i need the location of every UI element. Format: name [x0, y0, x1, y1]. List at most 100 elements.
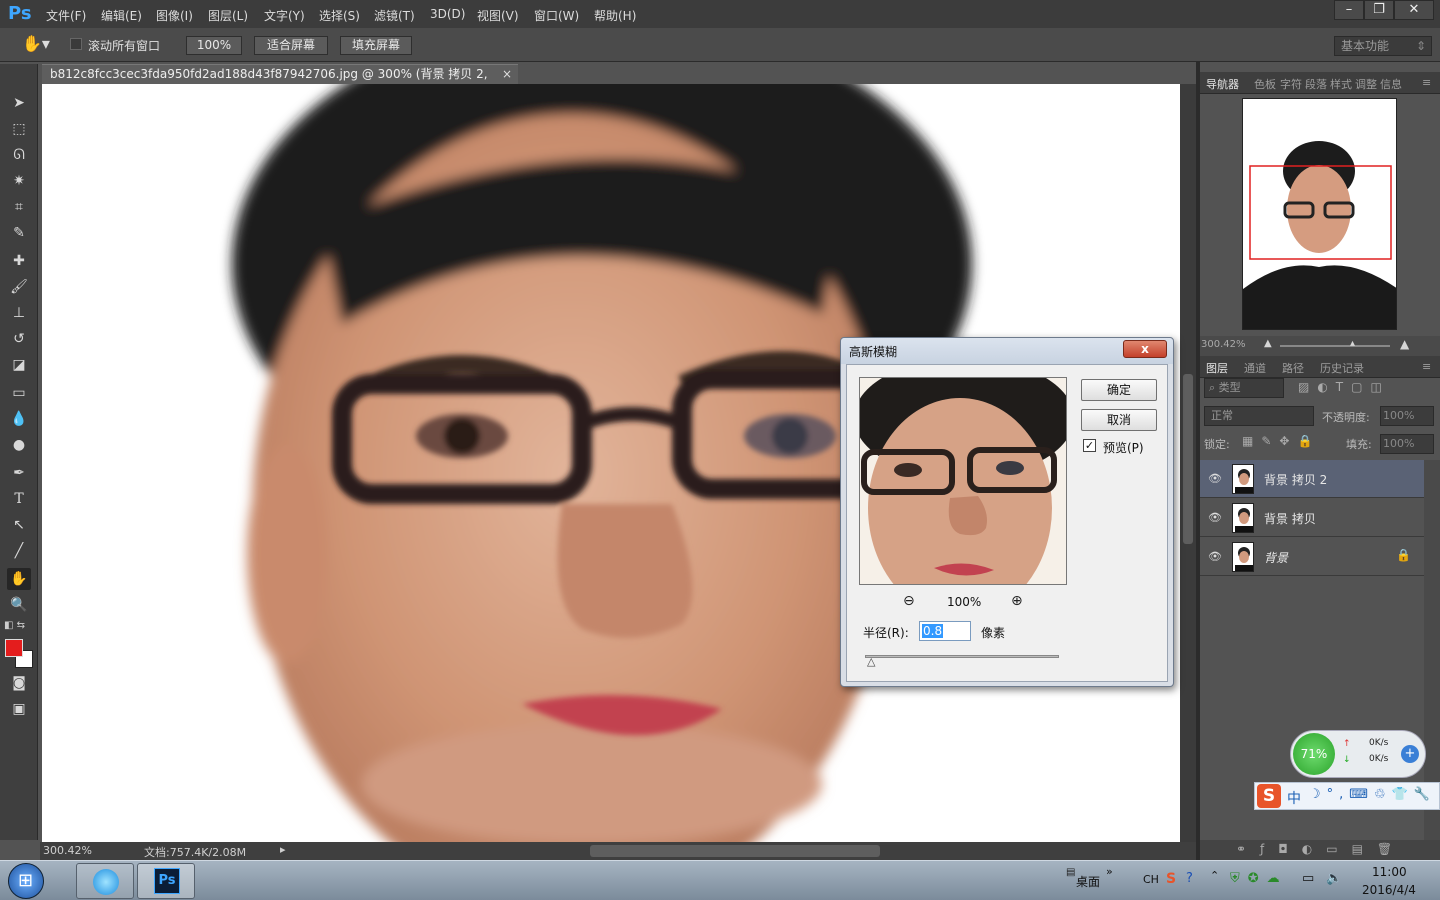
- fill-input[interactable]: 100%: [1380, 434, 1434, 454]
- blur-preview[interactable]: [859, 377, 1067, 585]
- language-indicator[interactable]: CH: [1143, 873, 1159, 886]
- start-button[interactable]: ⊞: [8, 863, 44, 899]
- layer-filter-icons[interactable]: ▨◐T▢◫: [1298, 380, 1390, 394]
- network-tray-icon[interactable]: ▭: [1302, 871, 1314, 886]
- eyedropper-tool-icon[interactable]: ✎: [7, 222, 31, 244]
- clock-date[interactable]: 2016/4/4: [1362, 883, 1416, 897]
- quick-mask-icon[interactable]: ◙: [7, 672, 31, 694]
- menu-type[interactable]: 文字(Y): [264, 7, 305, 24]
- type-tool-icon[interactable]: T: [7, 488, 31, 510]
- dialog-close-button[interactable]: x: [1123, 340, 1167, 358]
- layer-row-background-copy[interactable]: 👁 背景 拷贝: [1200, 499, 1424, 537]
- menu-file[interactable]: 文件(F): [46, 7, 86, 24]
- lasso-tool-icon[interactable]: ᘏ: [7, 144, 31, 166]
- hand-tool-icon[interactable]: ✋: [7, 568, 31, 590]
- ok-button[interactable]: 确定: [1081, 379, 1157, 401]
- expand-toolbar-icon[interactable]: »: [1106, 865, 1113, 878]
- hand-tool-preset-icon[interactable]: ✋▾: [22, 34, 50, 53]
- minimize-button[interactable]: –: [1334, 0, 1364, 20]
- play-icon[interactable]: ▸: [280, 843, 286, 856]
- canvas-vertical-scrollbar[interactable]: [1180, 84, 1196, 842]
- layer-row-background[interactable]: 👁 背景 🔒: [1200, 538, 1424, 576]
- network-speed-widget[interactable]: 71% ↑ 0K/s ↓ 0K/s +: [1290, 730, 1426, 778]
- default-colors-icon[interactable]: ◧ ⇆: [4, 620, 25, 631]
- taskbar-photoshop-button[interactable]: Ps: [137, 863, 195, 899]
- navigator-zoom-slider[interactable]: [1280, 345, 1390, 347]
- radius-input[interactable]: 0.8: [919, 621, 971, 641]
- tab-styles[interactable]: 样式: [1330, 76, 1352, 92]
- tab-info[interactable]: 信息: [1380, 76, 1402, 92]
- memory-usage-badge[interactable]: 71%: [1293, 733, 1335, 775]
- menu-select[interactable]: 选择(S): [319, 7, 360, 24]
- crop-tool-icon[interactable]: ⌗: [7, 196, 31, 218]
- fit-screen-button[interactable]: 适合屏幕: [254, 36, 328, 55]
- layer-name[interactable]: 背景 拷贝 2: [1264, 471, 1327, 488]
- visibility-eye-icon[interactable]: 👁: [1208, 472, 1222, 486]
- visibility-eye-icon[interactable]: 👁: [1208, 550, 1222, 564]
- eraser-tool-icon[interactable]: ◪: [7, 354, 31, 376]
- foreground-color-swatch[interactable]: [5, 639, 23, 657]
- pen-tool-icon[interactable]: ✒: [7, 462, 31, 484]
- menu-3d[interactable]: 3D(D): [430, 7, 465, 21]
- sogou-tray-icon[interactable]: S: [1166, 871, 1176, 887]
- zoom-out-icon[interactable]: ⊖: [903, 593, 915, 609]
- tab-character[interactable]: 字符: [1280, 76, 1302, 92]
- tab-paths[interactable]: 路径: [1282, 360, 1304, 376]
- zoom-100-button[interactable]: 100%: [186, 36, 242, 55]
- blend-mode-select[interactable]: 正常: [1204, 406, 1314, 426]
- dodge-tool-icon[interactable]: ●: [7, 434, 31, 456]
- gradient-tool-icon[interactable]: ▭: [7, 382, 31, 404]
- menu-filter[interactable]: 滤镜(T): [374, 7, 415, 24]
- zoom-in-large-icon[interactable]: ▲: [1400, 337, 1409, 351]
- layer-action-icons[interactable]: ⚭ƒ◘◐▭▤🗑: [1236, 842, 1406, 856]
- tab-layers[interactable]: 图层: [1206, 360, 1228, 376]
- visibility-eye-icon[interactable]: 👁: [1208, 511, 1222, 525]
- layer-filter-select[interactable]: ⌕ 类型: [1204, 378, 1284, 398]
- blur-tool-icon[interactable]: 💧: [7, 408, 31, 430]
- layer-name[interactable]: 背景: [1264, 549, 1288, 566]
- lock-icons[interactable]: ▦✎✥🔒: [1242, 434, 1320, 448]
- radius-slider-handle[interactable]: △: [867, 655, 875, 668]
- tab-history[interactable]: 历史记录: [1320, 360, 1364, 376]
- slider-handle-icon[interactable]: ▴: [1350, 338, 1355, 349]
- magic-wand-tool-icon[interactable]: ✷: [7, 170, 31, 192]
- fill-screen-button[interactable]: 填充屏幕: [340, 36, 412, 55]
- navigator-zoom[interactable]: 300.42%: [1201, 339, 1246, 350]
- tab-paragraph[interactable]: 段落: [1305, 76, 1327, 92]
- keyboard-icon[interactable]: ▤: [1066, 867, 1075, 878]
- tab-navigator[interactable]: 导航器: [1206, 76, 1239, 92]
- layers-panel-menu-icon[interactable]: ≡: [1422, 360, 1431, 373]
- ime-mode[interactable]: 中: [1287, 788, 1301, 808]
- menu-layer[interactable]: 图层(L): [208, 7, 248, 24]
- menu-help[interactable]: 帮助(H): [594, 7, 636, 24]
- tab-channels[interactable]: 通道: [1244, 360, 1266, 376]
- scroll-all-windows-checkbox[interactable]: [70, 38, 82, 50]
- move-tool-icon[interactable]: ➤: [7, 92, 31, 114]
- radius-slider-track[interactable]: [865, 655, 1059, 658]
- ime-toolbar[interactable]: S 中 ☽°,⌨♲👕🔧: [1254, 782, 1440, 810]
- menu-view[interactable]: 视图(V): [477, 7, 519, 24]
- zoom-status[interactable]: 300.42%: [43, 844, 92, 857]
- tab-adjustments[interactable]: 调整: [1355, 76, 1377, 92]
- opacity-input[interactable]: 100%: [1380, 406, 1434, 426]
- close-document-icon[interactable]: ×: [502, 65, 512, 83]
- menu-image[interactable]: 图像(I): [156, 7, 193, 24]
- history-brush-tool-icon[interactable]: ↺: [7, 328, 31, 350]
- screen-mode-icon[interactable]: ▣: [7, 698, 31, 720]
- cancel-button[interactable]: 取消: [1081, 409, 1157, 431]
- menu-window[interactable]: 窗口(W): [534, 7, 579, 24]
- ime-tool-icons[interactable]: ☽°,⌨♲👕🔧: [1309, 787, 1436, 802]
- tray-icons[interactable]: ⛨✪☁: [1230, 871, 1288, 886]
- line-tool-icon[interactable]: ╱: [7, 540, 31, 562]
- zoom-tool-icon[interactable]: 🔍: [7, 594, 31, 616]
- path-selection-tool-icon[interactable]: ↖: [7, 514, 31, 536]
- volume-icon[interactable]: 🔈: [1326, 871, 1342, 886]
- healing-brush-tool-icon[interactable]: ✚: [7, 250, 31, 272]
- layer-row-background-copy-2[interactable]: 👁 背景 拷贝 2: [1200, 460, 1424, 498]
- restore-button[interactable]: ❐: [1364, 0, 1394, 20]
- zoom-out-small-icon[interactable]: ▲: [1264, 338, 1272, 349]
- workspace-select[interactable]: 基本功能 ⇕: [1334, 36, 1432, 56]
- brush-tool-icon[interactable]: 🖌: [7, 276, 31, 298]
- navigator-thumbnail[interactable]: [1242, 98, 1397, 330]
- add-icon[interactable]: +: [1401, 745, 1419, 763]
